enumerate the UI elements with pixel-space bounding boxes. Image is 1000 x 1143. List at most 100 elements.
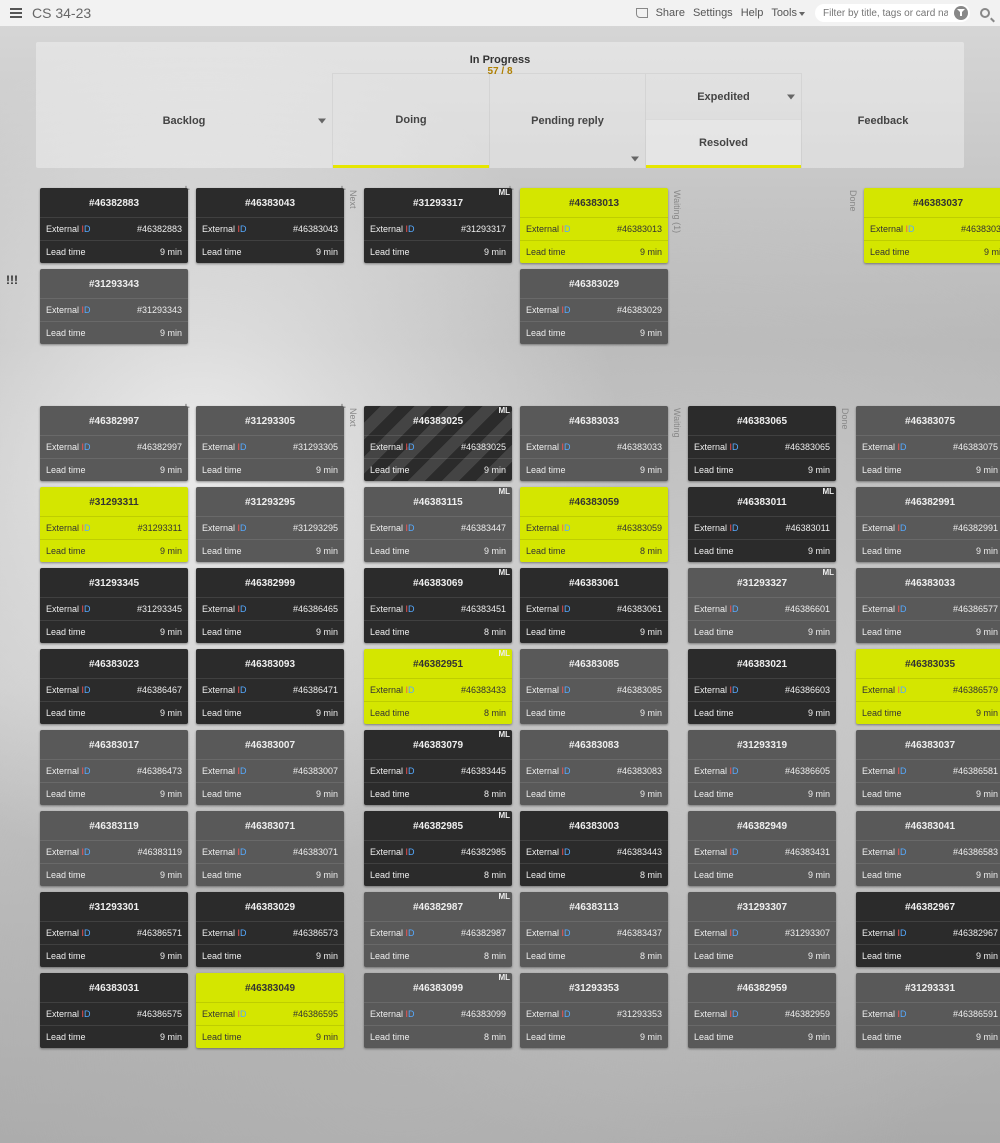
lane-doing: + ML #31293317 External ID #31293317 Lea… (364, 182, 512, 350)
card[interactable]: #46383029 External ID #46386573 Lead tim… (196, 892, 344, 967)
card[interactable]: ML #31293327 External ID #46386601 Lead … (688, 568, 836, 643)
col-feedback[interactable]: Feedback (801, 73, 964, 168)
card[interactable]: #46383021 External ID #46386603 Lead tim… (688, 649, 836, 724)
card[interactable]: #31293301 External ID #46386571 Lead tim… (40, 892, 188, 967)
share-link[interactable]: Share (656, 7, 685, 19)
card[interactable]: #46383013 External ID #46383013 Lead tim… (520, 188, 668, 263)
card[interactable]: #46382967 External ID #46382967 Lead tim… (856, 892, 1000, 967)
filter-input[interactable] (815, 4, 970, 22)
lane-backlog-a: + #46382883 External ID #46382883 Lead t… (40, 182, 188, 350)
card[interactable]: #46383017 External ID #46386473 Lead tim… (40, 730, 188, 805)
card[interactable]: #46382991 External ID #46382991 Lead tim… (856, 487, 1000, 562)
card-external-row: External ID #46383445 (364, 759, 512, 782)
card[interactable]: #46383085 External ID #46383085 Lead tim… (520, 649, 668, 724)
card[interactable]: #46383113 External ID #46383437 Lead tim… (520, 892, 668, 967)
card[interactable]: #31293305 External ID #31293305 Lead tim… (196, 406, 344, 481)
card-lead-row: Lead time9 min (40, 539, 188, 562)
card[interactable]: #46383033 External ID #46386577 Lead tim… (856, 568, 1000, 643)
card[interactable]: ML #46383099 External ID #46383099 Lead … (364, 973, 512, 1048)
card[interactable]: #46383007 External ID #46383007 Lead tim… (196, 730, 344, 805)
card[interactable]: #46383065 External ID #46383065 Lead tim… (688, 406, 836, 481)
swimlane-main: + #46382997 External ID #46382997 Lead t… (36, 400, 964, 1054)
card[interactable]: ML #46383115 External ID #46383447 Lead … (364, 487, 512, 562)
ml-badge: ML (498, 568, 510, 577)
in-progress-header: In Progress (36, 42, 964, 66)
card-title: #46383085 (520, 649, 668, 678)
card[interactable]: #46383033 External ID #46383033 Lead tim… (520, 406, 668, 481)
card[interactable]: #46382949 External ID #46383431 Lead tim… (688, 811, 836, 886)
card[interactable]: #46383035 External ID #46386579 Lead tim… (856, 649, 1000, 724)
card[interactable]: #46383023 External ID #46386467 Lead tim… (40, 649, 188, 724)
card[interactable]: #46383003 External ID #46383443 Lead tim… (520, 811, 668, 886)
card[interactable]: #31293353 External ID #31293353 Lead tim… (520, 973, 668, 1048)
card[interactable]: #46383075 External ID #46383075 Lead tim… (856, 406, 1000, 481)
lane-expedited (696, 182, 844, 350)
search-icon[interactable] (980, 8, 990, 18)
card[interactable]: #31293343 External ID #31293343 Lead tim… (40, 269, 188, 344)
card-external-row: External ID #46386581 (856, 759, 1000, 782)
card[interactable]: #46383071 External ID #46383071 Lead tim… (196, 811, 344, 886)
help-link[interactable]: Help (741, 7, 764, 19)
settings-link[interactable]: Settings (693, 7, 733, 19)
card[interactable]: #46383119 External ID #46383119 Lead tim… (40, 811, 188, 886)
card-title: #46383029 (520, 269, 668, 298)
card-title: #31293301 (40, 892, 188, 921)
card[interactable]: #46383037 External ID #46383037 Lead tim… (864, 188, 1000, 263)
card-lead-row: Lead time9 min (520, 620, 668, 643)
card[interactable]: #46383037 External ID #46386581 Lead tim… (856, 730, 1000, 805)
card[interactable]: #31293345 External ID #31293345 Lead tim… (40, 568, 188, 643)
card-lead-row: Lead time9 min (856, 701, 1000, 724)
card[interactable]: #46383059 External ID #46383059 Lead tim… (520, 487, 668, 562)
card[interactable]: #46383083 External ID #46383083 Lead tim… (520, 730, 668, 805)
card-lead-row: Lead time9 min (864, 240, 1000, 263)
cast-icon[interactable] (636, 8, 648, 18)
col-doing[interactable]: Doing (333, 73, 489, 168)
card[interactable]: #46383093 External ID #46386471 Lead tim… (196, 649, 344, 724)
card[interactable]: ML #46382985 External ID #46382985 Lead … (364, 811, 512, 886)
card[interactable]: ML #46382951 External ID #46383433 Lead … (364, 649, 512, 724)
card-external-row: External ID #46383085 (520, 678, 668, 701)
col-pending[interactable]: Pending reply (489, 73, 645, 168)
col-expedited[interactable]: Expedited (646, 74, 801, 119)
card-external-row: External ID #31293307 (688, 921, 836, 944)
card[interactable]: #46383029 External ID #46383029 Lead tim… (520, 269, 668, 344)
funnel-icon[interactable] (954, 6, 968, 20)
card[interactable]: #46382997 External ID #46382997 Lead tim… (40, 406, 188, 481)
card-external-row: External ID #31293311 (40, 516, 188, 539)
card[interactable]: ML #46382987 External ID #46382987 Lead … (364, 892, 512, 967)
card-lead-row: Lead time9 min (688, 782, 836, 805)
card-lead-row: Lead time9 min (196, 1025, 344, 1048)
tools-link[interactable]: Tools (771, 7, 805, 19)
card-lead-row: Lead time8 min (364, 620, 512, 643)
card[interactable]: #31293307 External ID #31293307 Lead tim… (688, 892, 836, 967)
card[interactable]: ML #46383079 External ID #46383445 Lead … (364, 730, 512, 805)
card[interactable]: #31293331 External ID #46386591 Lead tim… (856, 973, 1000, 1048)
col-backlog[interactable]: Backlog (36, 73, 332, 168)
card-lead-row: Lead time9 min (40, 458, 188, 481)
menu-icon[interactable] (10, 8, 22, 18)
card[interactable]: ML #46383025 External ID #46383025 Lead … (364, 406, 512, 481)
card[interactable]: ML #46383069 External ID #46383451 Lead … (364, 568, 512, 643)
card[interactable]: #31293295 External ID #31293295 Lead tim… (196, 487, 344, 562)
card-external-row: External ID #46383043 (196, 217, 344, 240)
card-lead-row: Lead time9 min (40, 240, 188, 263)
card-title: #46383075 (856, 406, 1000, 435)
card-lead-row: Lead time9 min (196, 458, 344, 481)
card[interactable]: #46383043 External ID #46383043 Lead tim… (196, 188, 344, 263)
card[interactable]: #46383049 External ID #46386595 Lead tim… (196, 973, 344, 1048)
card[interactable]: #31293319 External ID #46386605 Lead tim… (688, 730, 836, 805)
card[interactable]: #46382999 External ID #46386465 Lead tim… (196, 568, 344, 643)
card[interactable]: #46383041 External ID #46386583 Lead tim… (856, 811, 1000, 886)
card[interactable]: #46382883 External ID #46382883 Lead tim… (40, 188, 188, 263)
topbar: CS 34-23 Share Settings Help Tools (0, 0, 1000, 26)
col-resolved[interactable]: Resolved (646, 119, 801, 168)
card[interactable]: #46382959 External ID #46382959 Lead tim… (688, 973, 836, 1048)
card[interactable]: #31293311 External ID #31293311 Lead tim… (40, 487, 188, 562)
card[interactable]: ML #31293317 External ID #31293317 Lead … (364, 188, 512, 263)
card[interactable]: #46383031 External ID #46386575 Lead tim… (40, 973, 188, 1048)
card[interactable]: ML #46383011 External ID #46383011 Lead … (688, 487, 836, 562)
card-title: #46383059 (520, 487, 668, 516)
card-external-row: External ID #46386583 (856, 840, 1000, 863)
card[interactable]: #46383061 External ID #46383061 Lead tim… (520, 568, 668, 643)
card-lead-row: Lead time9 min (364, 240, 512, 263)
